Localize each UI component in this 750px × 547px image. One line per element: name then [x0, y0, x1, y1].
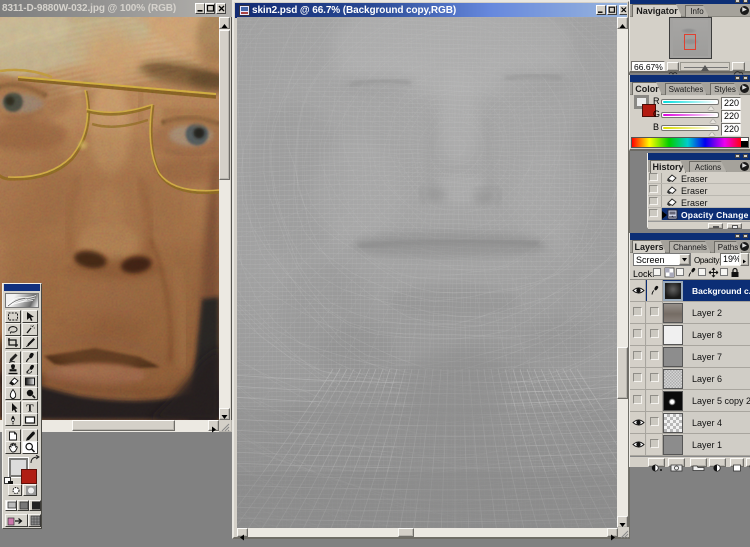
svg-text:T: T — [26, 403, 34, 414]
